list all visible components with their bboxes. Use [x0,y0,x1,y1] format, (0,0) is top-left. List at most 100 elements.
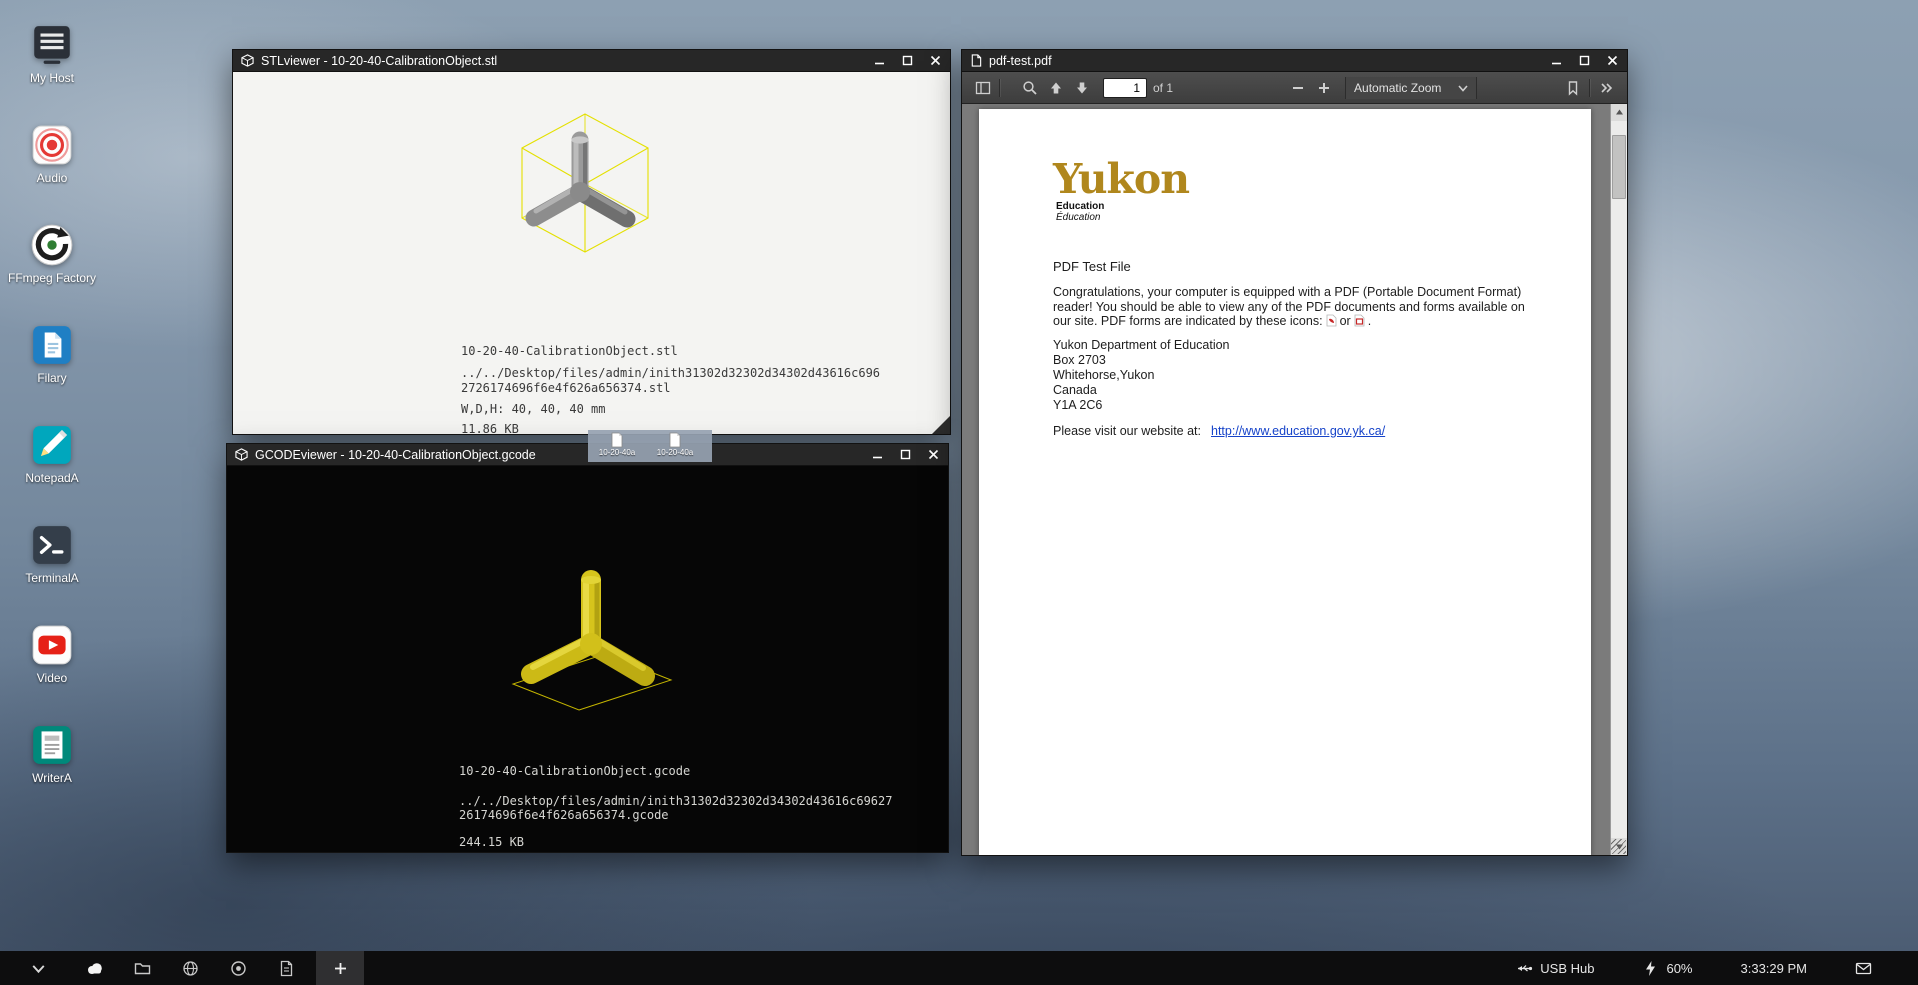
usb-hub-label: USB Hub [1540,961,1594,976]
close-button[interactable] [927,448,940,461]
desktop-icon-terminala[interactable]: TerminalA [6,522,98,585]
sidebar-toggle-button[interactable] [970,76,996,100]
next-page-button[interactable] [1069,76,1095,100]
desktop-icon-label: Filary [6,372,98,385]
window-controls [873,54,942,67]
arrow-up-icon [1048,80,1064,96]
mail-indicator[interactable] [1855,960,1872,977]
minimize-button[interactable] [873,54,886,67]
sidebar-toggle-icon [975,80,991,96]
audio-icon [29,122,75,168]
paragraph-line: our site. PDF forms are indicated by the… [1053,314,1525,329]
bookmark-button[interactable] [1560,76,1586,100]
resize-grip[interactable] [1611,839,1626,854]
taskbar-cloud-button[interactable] [70,951,118,985]
pdf-doc-paragraph: Congratulations, your computer is equipp… [1053,285,1525,329]
pdf-page: Yukon Education Éducation PDF Test File … [979,109,1591,855]
taskbar-expand-button[interactable] [18,951,58,985]
folder-icon [133,959,152,978]
address-line: Whitehorse,Yukon [1053,368,1230,383]
plus-icon [1316,80,1332,96]
desktop-icon-my-host[interactable]: My Host [6,22,98,85]
desktop-icon-label: NotepadA [6,472,98,485]
paragraph-or: or [1340,314,1351,328]
scroll-up-icon [1615,108,1624,117]
gcode-filename: 10-20-40-CalibrationObject.gcode [459,764,690,778]
maximize-button[interactable] [1578,54,1591,67]
plus-icon [331,959,350,978]
taskbar-files-button[interactable] [118,951,166,985]
desktop-icon-label: My Host [6,72,98,85]
resize-grip[interactable] [932,416,950,434]
taskbar-pdf-button[interactable] [262,951,310,985]
desktop-icon-video[interactable]: Video [6,622,98,685]
background-file-icons: 10-20-40a 10-20-40a [588,430,712,462]
gcode-app-icon [235,448,248,461]
stl-filepath: 2726174696f6e4f626a656374.stl [461,381,671,395]
window-controls [871,448,940,461]
zoom-select-label: Automatic Zoom [1354,81,1441,95]
usb-hub-indicator[interactable]: USB Hub [1516,960,1594,977]
pdf-website-line: Please visit our website at:http://www.e… [1053,424,1385,438]
zoom-select[interactable]: Automatic Zoom [1345,77,1477,99]
toolbar-divider [999,79,1000,97]
taskbar-app-button[interactable] [214,951,262,985]
window-title: STLviewer - 10-20-40-CalibrationObject.s… [261,54,497,68]
chevron-down-icon [1458,83,1468,93]
desktop-icon-audio[interactable]: Audio [6,122,98,185]
clock[interactable]: 3:33:29 PM [1741,961,1808,976]
maximize-button[interactable] [899,448,912,461]
website-link[interactable]: http://www.education.gov.yk.ca/ [1211,424,1385,438]
file-icon-item[interactable]: 10-20-40a [654,432,696,460]
pdf-titlebar[interactable]: pdf-test.pdf [962,50,1627,72]
minimize-button[interactable] [871,448,884,461]
pdf-doc-title: PDF Test File [1053,259,1131,274]
minimize-button[interactable] [1550,54,1563,67]
zoom-in-button[interactable] [1311,76,1337,100]
envelope-icon [1855,960,1872,977]
taskbar-add-button[interactable] [316,951,364,985]
taskbar: USB Hub 60% 3:33:29 PM [0,951,1918,985]
toolbar-more-button[interactable] [1593,76,1619,100]
gcode-render-area[interactable]: 10-20-40-CalibrationObject.gcode ../../D… [227,466,948,852]
gcode-viewer-window: GCODEviewer - 10-20-40-CalibrationObject… [226,443,949,853]
paragraph-line-text: our site. PDF forms are indicated by the… [1053,314,1323,328]
maximize-button[interactable] [901,54,914,67]
battery-indicator[interactable]: 60% [1642,960,1692,977]
file-icon [667,432,683,448]
video-icon [29,622,75,668]
battery-percentage: 60% [1666,961,1692,976]
desktop-icon-filary[interactable]: Filary [6,322,98,385]
ffmpeg-factory-icon [29,222,75,268]
paragraph-end: . [1368,314,1371,328]
stl-render-area[interactable]: 10-20-40-CalibrationObject.stl ../../Des… [233,72,950,434]
close-button[interactable] [1606,54,1619,67]
yukon-logo-word: Yukon [1053,159,1189,199]
address-line: Canada [1053,383,1230,398]
vertical-scrollbar[interactable] [1610,104,1627,855]
cloud-icon [85,959,104,978]
desktop-icon-label: Video [6,672,98,685]
desktop-icon-notepada[interactable]: NotepadA [6,422,98,485]
desktop-icon-ffmpeg-factory[interactable]: FFmpeg Factory [6,222,98,285]
stl-filepath: ../../Desktop/files/admin/inith31302d323… [461,366,880,380]
page-number-input[interactable] [1103,78,1147,98]
close-button[interactable] [929,54,942,67]
scrollbar-thumb[interactable] [1612,135,1626,199]
find-button[interactable] [1017,76,1043,100]
taskbar-browser-button[interactable] [166,951,214,985]
zoom-out-button[interactable] [1285,76,1311,100]
scroll-up-button[interactable] [1611,104,1627,121]
arrow-down-icon [1074,80,1090,96]
charging-icon [1642,960,1659,977]
my-host-icon [29,22,75,68]
file-icon-item[interactable]: 10-20-40a [596,432,638,460]
stl-titlebar[interactable]: STLviewer - 10-20-40-CalibrationObject.s… [233,50,950,72]
chevron-down-icon [29,959,48,978]
paragraph-line: Congratulations, your computer is equipp… [1053,285,1525,300]
stl-viewer-window: STLviewer - 10-20-40-CalibrationObject.s… [232,49,951,435]
window-controls [1550,54,1619,67]
previous-page-button[interactable] [1043,76,1069,100]
desktop-icon-writera[interactable]: WriterA [6,722,98,785]
desktop-icon-label: Audio [6,172,98,185]
